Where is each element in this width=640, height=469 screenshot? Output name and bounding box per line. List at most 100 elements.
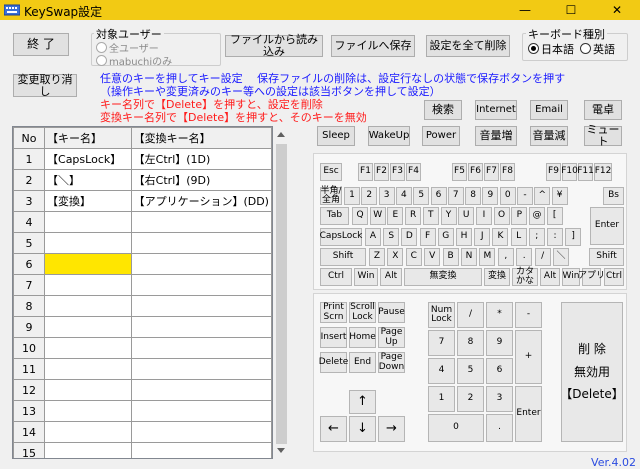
key-name-cell[interactable]: 【CapsLock】 (44, 148, 132, 170)
key-name-cell[interactable]: 【変換】 (44, 190, 132, 212)
key-a-row-1[interactable]: A (365, 228, 381, 246)
japanese-radio[interactable]: 日本語 (528, 41, 574, 57)
key-z-row-6[interactable]: N (461, 248, 477, 266)
mapped-key-cell[interactable] (130, 379, 272, 401)
key-henkan[interactable]: 変換 (484, 268, 510, 286)
key-hankaku-zenkaku[interactable]: 半角/ 全角 (320, 186, 342, 205)
table-row[interactable]: 10 (13, 337, 272, 359)
key-name-cell[interactable] (44, 211, 132, 233)
key-esc[interactable]: Esc (320, 163, 342, 181)
key-numlock[interactable]: Num Lock (428, 302, 455, 328)
key-mapping-table[interactable]: No 【キー名】 【変換キー名】 1 【CapsLock】 【左Ctrl】(1D) 2… (12, 126, 273, 459)
key-katakana-hiragana[interactable]: カタ かな (512, 267, 538, 286)
key-pause[interactable]: Pause (378, 302, 405, 323)
scrollbar-thumb[interactable] (276, 144, 287, 444)
key-numpad-6[interactable]: 6 (486, 358, 513, 384)
key-name-cell[interactable] (44, 274, 132, 296)
key-f1[interactable]: F1 (358, 163, 373, 181)
key-numpad-8[interactable]: 8 (457, 330, 484, 356)
key-numpad-multiply[interactable]: * (486, 302, 513, 328)
key-arrow-left[interactable]: ← (320, 416, 347, 442)
key-numpad-3[interactable]: 3 (486, 386, 513, 412)
key-q-row-9[interactable]: O (493, 207, 510, 225)
mute-key-button[interactable]: ミュート (584, 124, 622, 147)
key-f8[interactable]: F8 (500, 163, 515, 181)
mapped-key-cell[interactable] (130, 211, 272, 233)
key-numpad-divide[interactable]: / (457, 302, 484, 328)
key-f2[interactable]: F2 (374, 163, 389, 181)
key-f6[interactable]: F6 (468, 163, 483, 181)
maximize-button[interactable]: ☐ (548, 0, 594, 20)
key-a-row-5[interactable]: G (437, 228, 454, 246)
key-numpad-5[interactable]: 5 (457, 358, 484, 384)
key-numpad-enter[interactable]: Enter (515, 386, 542, 442)
table-row[interactable]: 14 (13, 421, 272, 443)
scroll-down-arrow-icon[interactable] (277, 448, 285, 453)
key-num-row-4[interactable]: 4 (395, 187, 412, 205)
table-row[interactable]: 12 (13, 379, 272, 401)
exit-button[interactable]: 終 了 (13, 33, 69, 56)
key-arrow-right[interactable]: → (378, 416, 405, 442)
key-num-row-12[interactable]: ^ (534, 187, 551, 205)
email-key-button[interactable]: Email (530, 100, 568, 120)
key-q-row-6[interactable]: Y (440, 207, 457, 225)
key-right-shift[interactable]: Shift (589, 248, 624, 266)
key-f5[interactable]: F5 (452, 163, 467, 181)
key-num-row-13[interactable]: ¥ (551, 187, 568, 205)
key-z-row-10[interactable]: / (534, 248, 551, 266)
key-arrow-down[interactable]: ↓ (349, 416, 376, 442)
key-num-row-7[interactable]: 7 (447, 187, 464, 205)
key-numpad-7[interactable]: 7 (428, 330, 455, 356)
key-f4[interactable]: F4 (406, 163, 421, 181)
mapped-key-cell[interactable] (130, 442, 272, 458)
key-enter[interactable]: Enter (590, 207, 624, 245)
table-row[interactable]: 1 【CapsLock】 【左Ctrl】(1D) (13, 148, 272, 170)
mapped-key-cell[interactable] (130, 358, 272, 380)
table-row[interactable]: 11 (13, 358, 272, 380)
key-left-win[interactable]: Win (354, 268, 378, 286)
key-numpad-dot[interactable]: . (486, 414, 513, 442)
key-f11[interactable]: F11 (577, 163, 594, 181)
sleep-key-button[interactable]: Sleep (317, 126, 355, 146)
key-num-row-3[interactable]: 3 (378, 187, 395, 205)
mapped-key-cell[interactable] (130, 337, 272, 359)
key-num-row-9[interactable]: 9 (482, 187, 499, 205)
key-left-alt[interactable]: Alt (380, 268, 402, 286)
delete-disable-button[interactable]: 削 除無効用 【Delete】 (560, 302, 624, 442)
key-z-row-5[interactable]: B (442, 248, 459, 266)
key-num-row-11[interactable]: - (517, 187, 533, 205)
key-z-row-4[interactable]: V (424, 248, 441, 266)
key-a-row-12[interactable]: ] (565, 228, 582, 246)
key-z-row-7[interactable]: M (479, 248, 496, 266)
key-z-row-9[interactable]: . (516, 248, 533, 266)
key-q-row-2[interactable]: W (369, 207, 386, 225)
key-a-row-10[interactable]: ; (528, 228, 545, 246)
key-scroll-lock[interactable]: Scroll Lock (349, 302, 376, 323)
key-a-row-9[interactable]: L (510, 228, 527, 246)
mapped-key-cell[interactable] (130, 232, 272, 254)
load-from-file-button[interactable]: ファイルから読み込み (225, 34, 323, 57)
key-z-row-2[interactable]: X (387, 248, 404, 266)
table-vertical-scrollbar[interactable] (273, 126, 290, 459)
key-print-screen[interactable]: Print Scrn (320, 302, 347, 323)
minimize-button[interactable]: — (502, 0, 548, 20)
table-row[interactable]: 6 (13, 253, 272, 275)
internet-key-button[interactable]: Internet (475, 100, 517, 120)
undo-changes-button[interactable]: 変更取り消し (13, 74, 77, 97)
volume-down-key-button[interactable]: 音量減 (530, 126, 568, 146)
mapped-key-cell[interactable] (130, 421, 272, 443)
key-tab[interactable]: Tab (320, 207, 349, 225)
key-numpad-plus[interactable]: + (515, 330, 542, 384)
key-numpad-0[interactable]: 0 (428, 414, 484, 442)
key-q-row-7[interactable]: U (458, 207, 475, 225)
key-a-row-11[interactable]: : (547, 228, 563, 246)
key-num-row-8[interactable]: 8 (465, 187, 482, 205)
key-z-row-1[interactable]: Z (369, 248, 385, 266)
wakeup-key-button[interactable]: WakeUp (368, 126, 410, 146)
volume-up-key-button[interactable]: 音量増 (475, 126, 517, 146)
key-right-alt[interactable]: Alt (540, 268, 560, 286)
key-a-row-7[interactable]: J (474, 228, 491, 246)
key-backspace[interactable]: Bs (603, 187, 624, 205)
key-page-down[interactable]: Page Down (378, 352, 405, 373)
mapped-key-cell[interactable] (130, 295, 272, 317)
